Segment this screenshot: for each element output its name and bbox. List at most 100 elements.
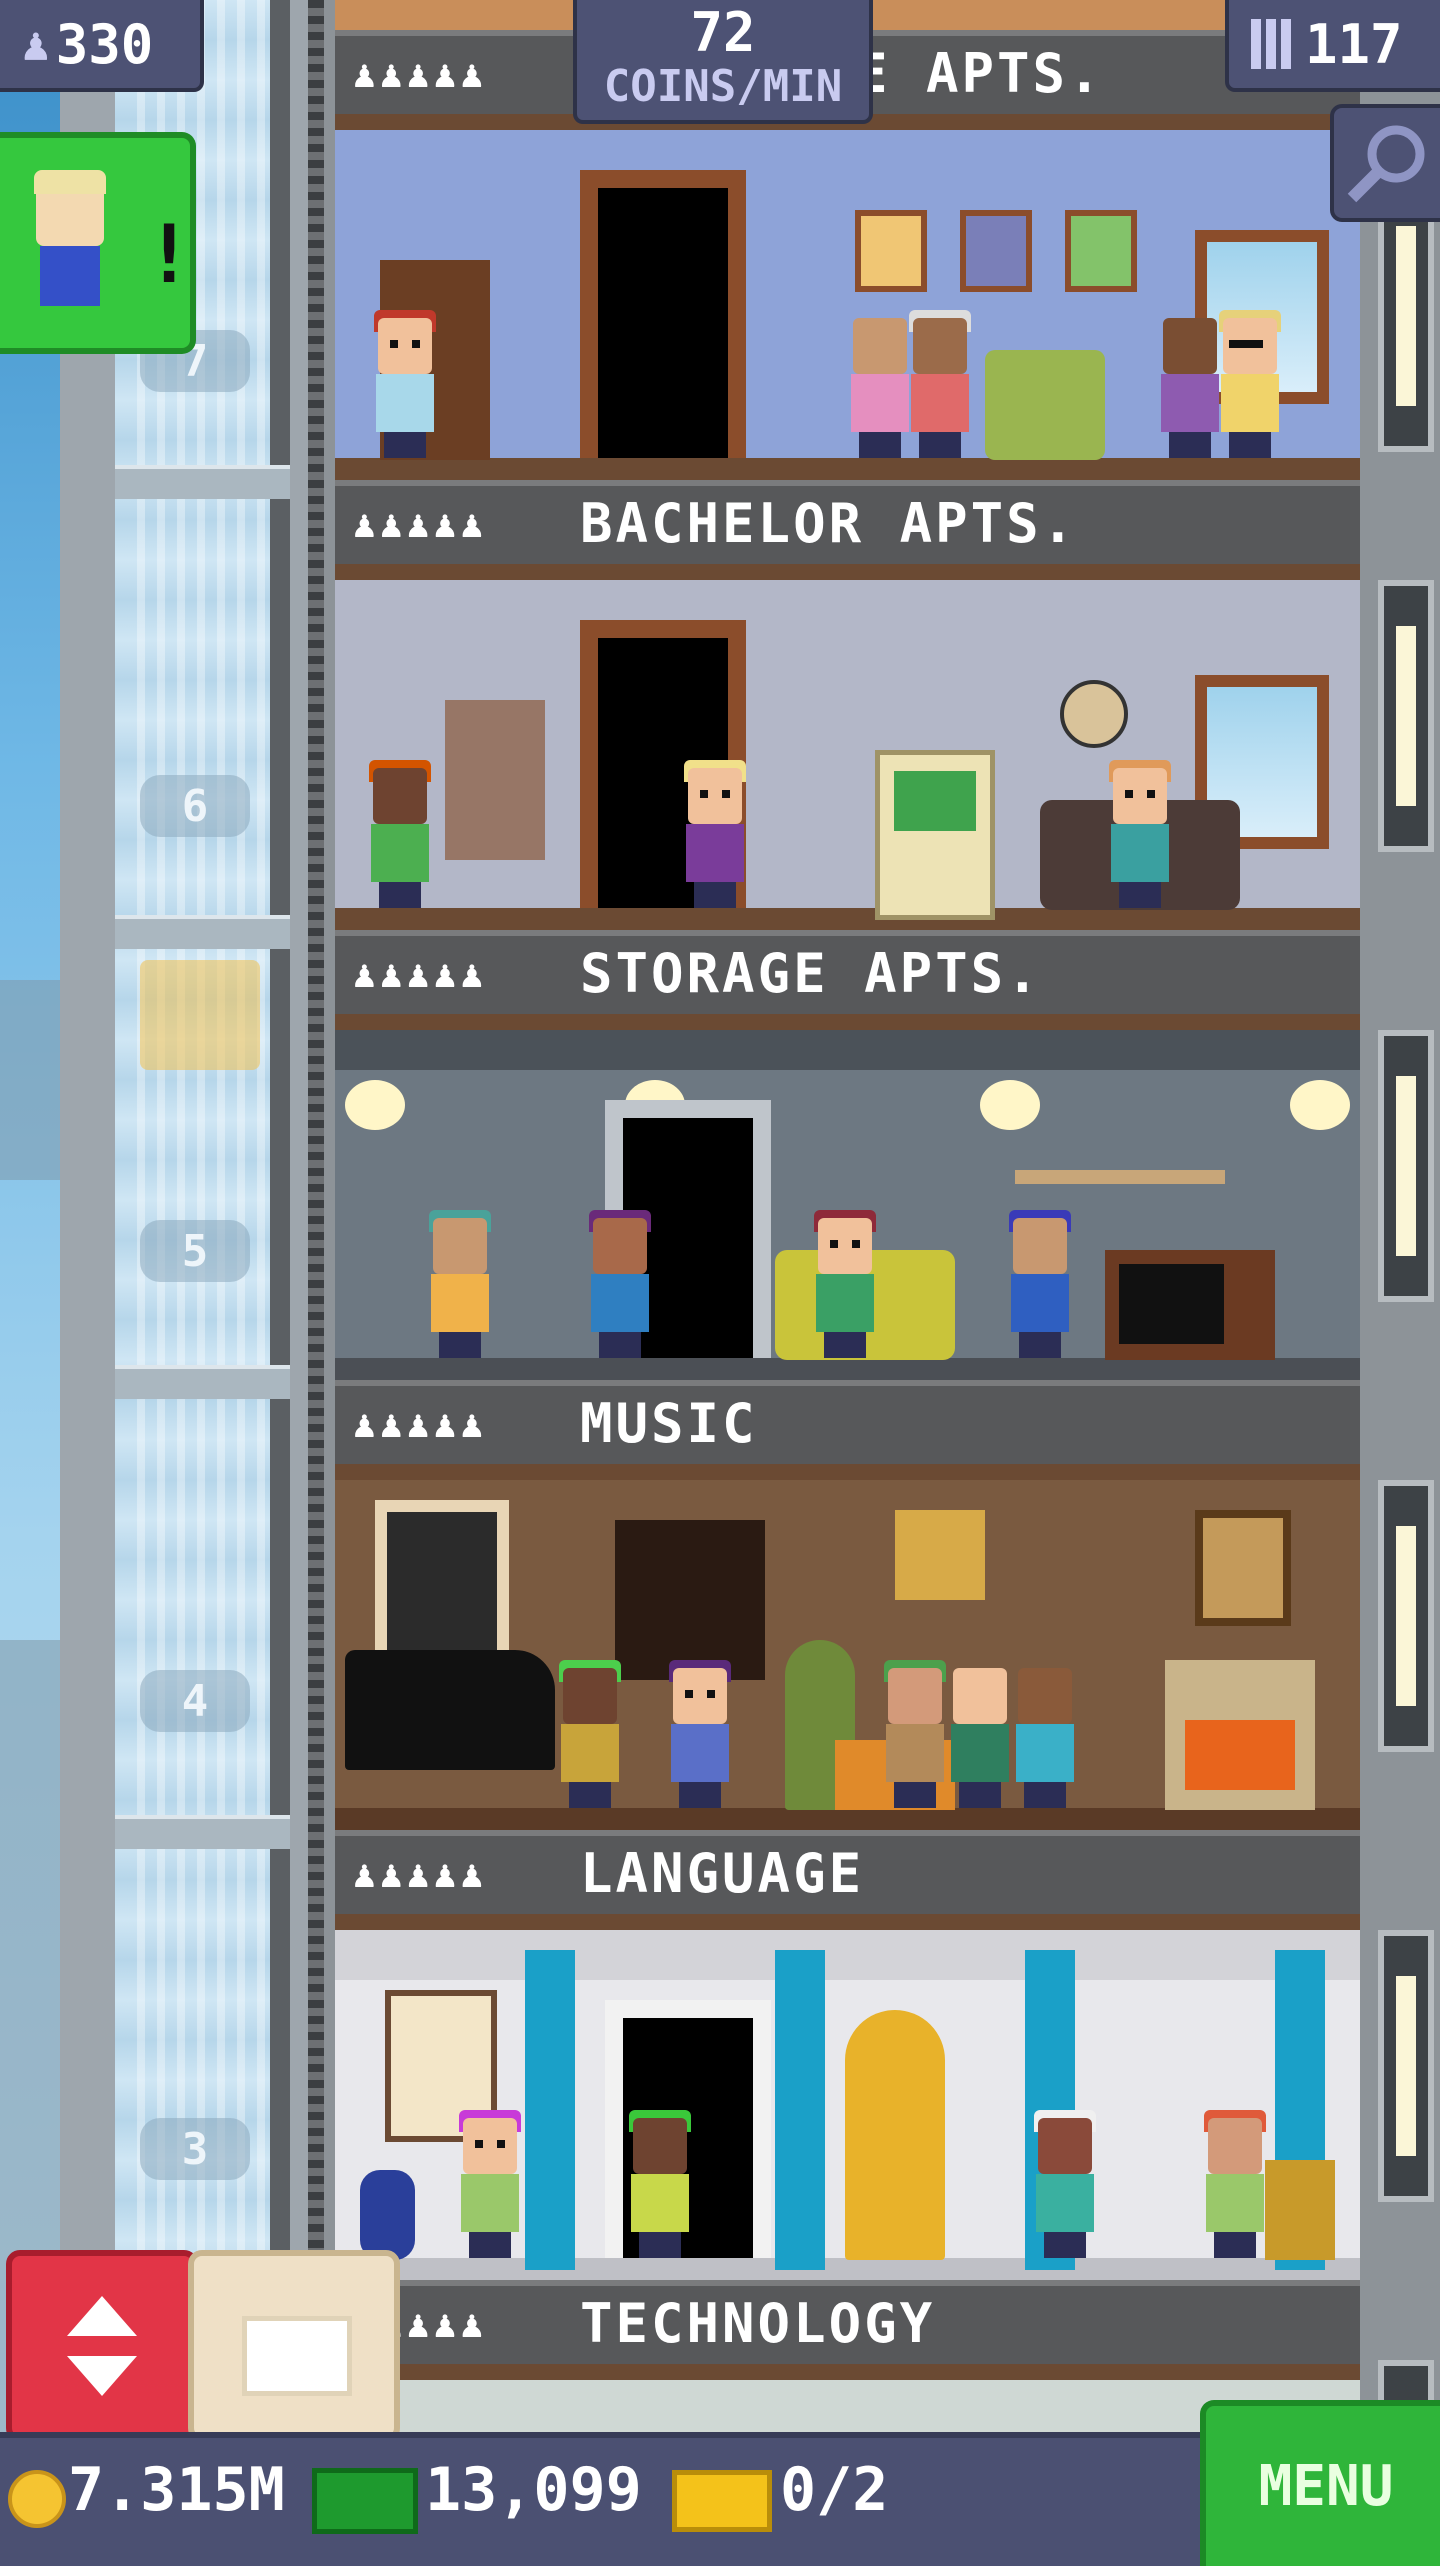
- menu-button[interactable]: MENU: [1200, 2400, 1440, 2566]
- room-storage-apts[interactable]: [335, 1030, 1360, 1380]
- room-floor: [335, 1808, 1360, 1830]
- shaft-floor-slab: [115, 1365, 290, 1399]
- resident-character[interactable]: [555, 1660, 625, 1808]
- shaft-floor-slab: [115, 915, 290, 949]
- resident-character[interactable]: [665, 1660, 735, 1808]
- armchair: [985, 350, 1105, 460]
- resident-slots-icon: ♟♟♟♟♟: [353, 1852, 488, 1896]
- resident-character[interactable]: [905, 310, 975, 458]
- population-counter[interactable]: ♟ 330: [0, 0, 204, 92]
- tower-window: [1378, 580, 1434, 852]
- ceiling-lamp: [345, 1080, 405, 1130]
- picture-frame: [855, 210, 927, 292]
- elevator-rail: [270, 0, 290, 2560]
- tickets-value: 0/2: [780, 2455, 889, 2525]
- exclamation-icon: !: [145, 208, 194, 301]
- resident-character[interactable]: [1105, 760, 1175, 908]
- resident-slots-icon: ♟♟♟♟♟: [353, 1402, 488, 1446]
- golden-throne: [845, 2010, 945, 2260]
- chandelier: [895, 1510, 985, 1600]
- elevator-floor-number: 4: [140, 1670, 250, 1732]
- arcade-cabinet: [875, 750, 995, 920]
- resident-character[interactable]: [625, 2110, 695, 2258]
- bux-value: 13,099: [425, 2455, 642, 2525]
- elevator-cable: [308, 0, 324, 2560]
- resident-character[interactable]: [810, 1210, 880, 1358]
- resident-character[interactable]: [880, 1660, 950, 1808]
- tower-window: [1378, 1480, 1434, 1752]
- tower-wall: [324, 0, 335, 2560]
- floor-banner-bachelor-apts[interactable]: ♟♟♟♟♟ BACHELOR APTS.: [335, 480, 1360, 580]
- doorway: [615, 1520, 765, 1680]
- resident-character[interactable]: [1215, 310, 1285, 458]
- zoom-button[interactable]: [1330, 104, 1440, 222]
- ceiling-lamp: [980, 1080, 1040, 1130]
- build-button[interactable]: [188, 2250, 400, 2442]
- background-building: [0, 980, 60, 1180]
- ticket-icon: [672, 2470, 772, 2532]
- floor-banner-language[interactable]: ♟♟♟♟♟ LANGUAGE: [335, 1830, 1360, 1930]
- coins-value: 7.315M: [68, 2455, 285, 2525]
- resident-character[interactable]: [680, 760, 750, 908]
- coins-per-minute-unit: COINS/MIN: [603, 61, 843, 112]
- resident-character[interactable]: [1200, 2110, 1270, 2258]
- grand-piano: [345, 1650, 555, 1770]
- fireplace: [1165, 1660, 1315, 1810]
- resident-character[interactable]: [1010, 1668, 1080, 1808]
- resident-slots-icon: ♟♟♟♟♟: [353, 952, 488, 996]
- visitor-character: [30, 170, 110, 326]
- person-icon: ♟: [22, 17, 50, 71]
- resident-character[interactable]: [585, 1210, 655, 1358]
- floor-counter[interactable]: 117: [1225, 0, 1440, 92]
- resident-slots-icon: ♟♟♟♟♟: [353, 502, 488, 546]
- resident-slots-icon: ♟♟♟♟♟: [353, 52, 488, 96]
- elevator-shaft-wall: [290, 0, 308, 2560]
- room-e-apts[interactable]: [335, 130, 1360, 480]
- glyph-frieze: [335, 1930, 1360, 1980]
- up-down-arrows-icon: [67, 2296, 137, 2396]
- tower-window: [1378, 1930, 1434, 2202]
- room-music[interactable]: [335, 1480, 1360, 1830]
- magnifier-icon: [1347, 125, 1425, 203]
- resident-character[interactable]: [370, 310, 440, 458]
- resident-character[interactable]: [945, 1668, 1015, 1808]
- tower-window: [1378, 1030, 1434, 1302]
- resident-character[interactable]: [1030, 2110, 1100, 2258]
- elevator-floor-number: 5: [140, 1220, 250, 1282]
- floor-banner-music[interactable]: ♟♟♟♟♟ MUSIC: [335, 1380, 1360, 1480]
- population-value: 330: [55, 12, 154, 76]
- floor-name: LANGUAGE: [580, 1842, 865, 1905]
- elevator-car[interactable]: [140, 960, 260, 1070]
- resident-character[interactable]: [455, 2110, 525, 2258]
- resident-character[interactable]: [1005, 1210, 1075, 1358]
- coin-icon: [8, 2470, 66, 2528]
- golden-pedestal: [1265, 2160, 1335, 2260]
- dead-plant: [445, 700, 545, 860]
- visitor-alert-button[interactable]: !: [0, 132, 196, 354]
- room-floor: [335, 1358, 1360, 1380]
- shaft-floor-slab: [115, 1815, 290, 1849]
- floor-banner-storage-apts[interactable]: ♟♟♟♟♟ STORAGE APTS.: [335, 930, 1360, 1030]
- room-door: [580, 170, 746, 458]
- room-bachelor-apts[interactable]: [335, 580, 1360, 930]
- floor-banner-technology[interactable]: ♟♟♟♟♟ TECHNOLOGY: [335, 2280, 1360, 2380]
- painting: [1195, 1510, 1291, 1626]
- floor-name: STORAGE APTS.: [580, 942, 1042, 1005]
- elevator-shaft-wall: [60, 0, 115, 2560]
- room-floor: [335, 2258, 1360, 2280]
- shaft-floor-slab: [115, 465, 290, 499]
- resident-character[interactable]: [365, 760, 435, 908]
- floor-name: BACHELOR APTS.: [580, 492, 1078, 555]
- old-television: [1105, 1250, 1275, 1360]
- floor-count-value: 117: [1305, 12, 1403, 76]
- elevator-button[interactable]: [6, 2250, 198, 2442]
- bux-icon: [312, 2468, 418, 2534]
- dartboard: [1060, 680, 1128, 748]
- room-floor: [335, 908, 1360, 930]
- crate-icon: [242, 2316, 352, 2396]
- room-floor: [335, 458, 1360, 480]
- building-icon: [1251, 19, 1291, 69]
- room-language[interactable]: [335, 1930, 1360, 2280]
- resident-character[interactable]: [425, 1210, 495, 1358]
- vase: [360, 2170, 415, 2260]
